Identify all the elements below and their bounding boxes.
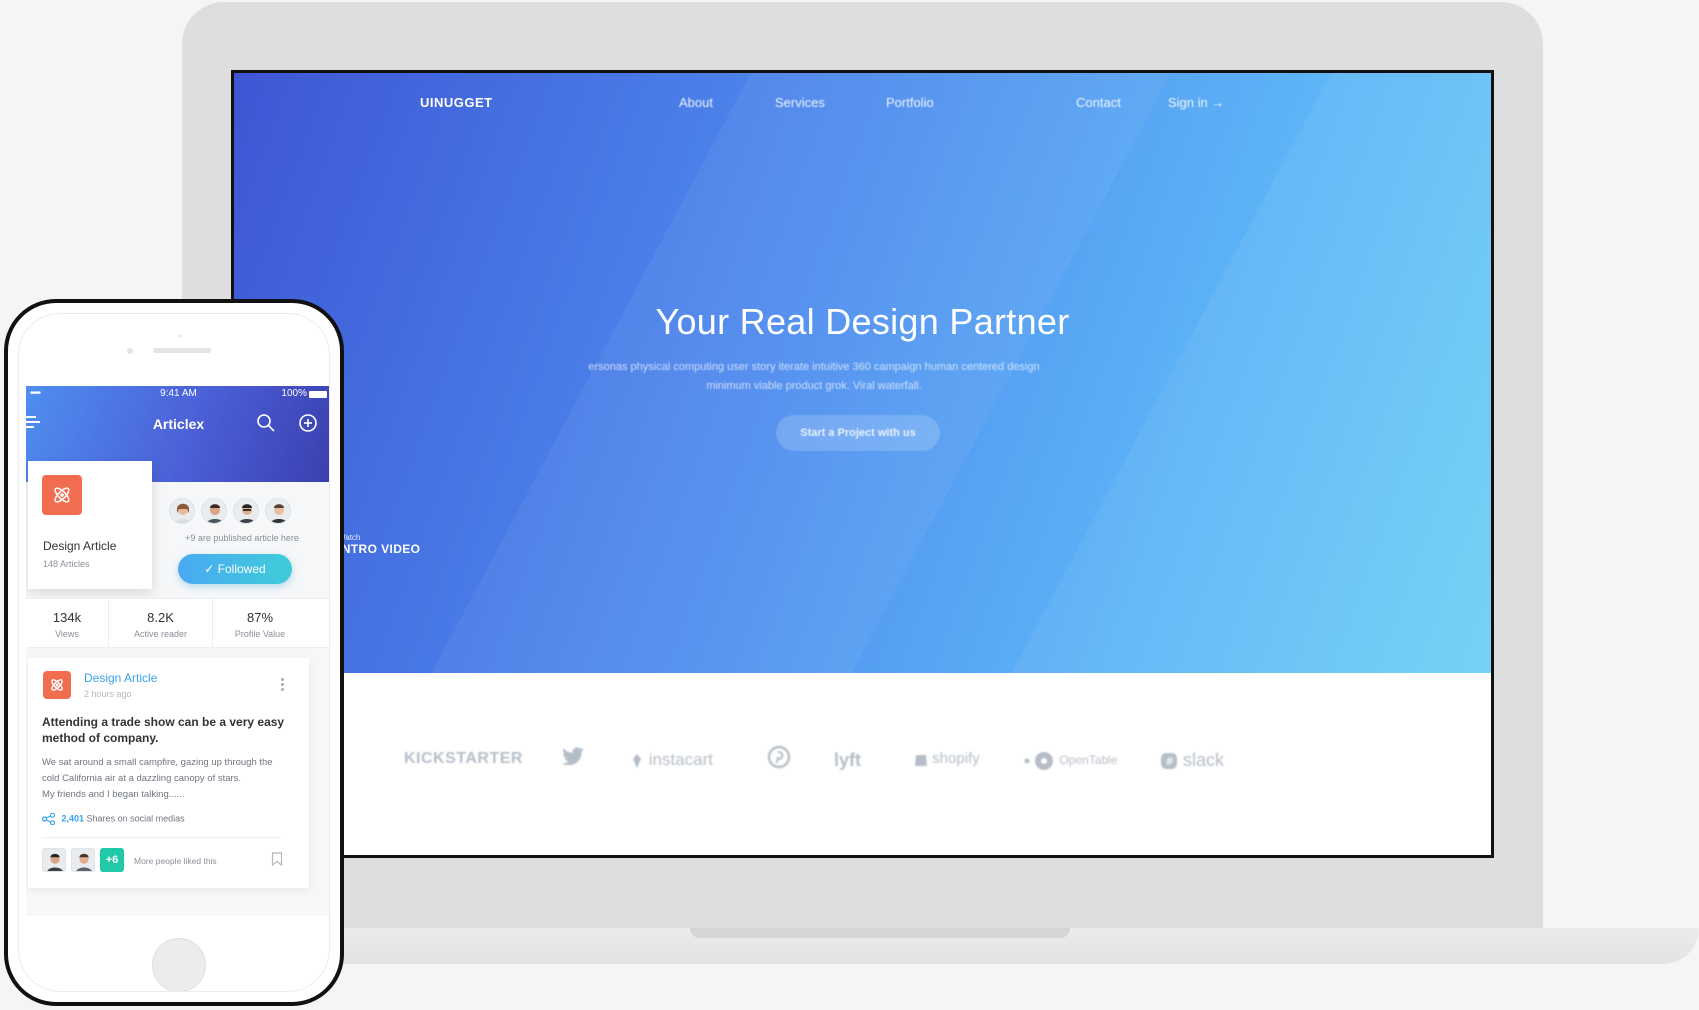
kickstarter-logo: KICKSTARTER [404,750,523,767]
hero-subtitle-line: minimum viable product grok. Viral water… [706,380,922,392]
category-card[interactable]: Design Article 148 Articles [28,461,152,589]
hero-title: Your Real Design Partner [655,301,1070,342]
start-project-button[interactable]: Start a Project with us [776,415,940,451]
bookmark-icon[interactable] [271,852,283,871]
stat-views: 134k Views [26,599,108,649]
instacart-wordmark: instacart [648,750,713,769]
instacart-logo: instacart [630,750,713,770]
followed-button[interactable]: ✓ Followed [178,554,292,584]
article-post-card[interactable]: Design Article 2 hours ago Attending a t… [28,658,309,888]
phone-body: •••• 9:41 AM 100% Articlex Design Articl… [18,313,330,992]
author-avatars [169,498,319,524]
avatar[interactable] [42,848,66,872]
shopify-wordmark: shopify [932,750,980,767]
share-icon [41,812,56,826]
phone-frame: •••• 9:41 AM 100% Articlex Design Articl… [4,299,344,1006]
stat-value: 134k [52,610,82,625]
category-count: 148 Articles [43,559,90,569]
avatar[interactable] [201,498,227,524]
opentable-wordmark: OpenTable [1059,753,1118,768]
nav-link-sign-in[interactable]: Sign in → [1168,95,1224,110]
avatar[interactable] [233,498,259,524]
stat-label: Profile Value [234,629,286,639]
brand-logo[interactable]: UINUGGET [420,95,493,110]
avatar[interactable] [265,498,291,524]
add-circle-icon[interactable] [298,413,318,438]
phone-app-screen: •••• 9:41 AM 100% Articlex Design Articl… [26,386,329,916]
post-timestamp: 2 hours ago [84,689,132,699]
phone-sensor [178,334,182,338]
more-likers-badge[interactable]: +6 [100,848,124,872]
post-divider [42,837,282,838]
search-icon[interactable] [256,413,276,438]
atom-icon [42,475,82,515]
stat-profile-value: 87% Profile Value [213,599,307,649]
post-body-line: My friends and I began talking...... [42,789,185,800]
top-nav: UINUGGET About Services Portfolio Contac… [234,95,1491,119]
laptop-notch [690,928,1070,938]
shopify-logo: shopify [914,750,980,767]
stat-value: 87% [246,610,274,625]
stat-label: Active reader [133,629,188,639]
post-body-line: We sat around a small campfire, gazing u… [42,757,273,768]
opentable-logo: OpenTable [1024,750,1117,772]
shares-count: 2,401 [61,813,85,824]
nav-link-contact[interactable]: Contact [1076,95,1121,110]
category-title: Design Article [43,539,117,553]
twitter-icon [561,746,585,773]
published-note: +9 are published article here [185,533,299,543]
stat-active-reader: 8.2K Active reader [109,599,212,649]
hero-subtitle-line: ersonas physical computing user story it… [588,361,1040,373]
post-body: We sat around a small campfire, gazing u… [42,755,296,803]
nav-link-services[interactable]: Services [775,95,825,110]
nav-link-about[interactable]: About [679,95,713,110]
atom-icon [43,671,71,699]
status-bar: •••• 9:41 AM 100% [26,388,329,402]
stage: UINUGGET About Services Portfolio Contac… [0,0,1699,1010]
battery-icon [309,391,327,398]
intro-video-label: INTRO VIDEO [338,542,421,556]
intro-video-link[interactable]: Watch INTRO VIDEO [338,533,420,556]
lyft-logo: lyft [834,750,861,770]
laptop-screen: UINUGGET About Services Portfolio Contac… [231,70,1494,858]
home-button[interactable] [152,938,206,991]
hero-section: UINUGGET About Services Portfolio Contac… [234,73,1491,673]
post-category-link[interactable]: Design Article [84,671,157,685]
stats-bar: 134k Views 8.2K Active reader 87% Profil… [26,598,329,649]
post-title[interactable]: Attending a trade show can be a very eas… [42,714,294,746]
shares-label: Shares on social medias [84,813,185,824]
phone-camera [127,348,133,354]
watch-label: Watch [338,533,361,542]
more-options-icon[interactable] [281,678,285,692]
avatar[interactable] [71,848,95,872]
app-title: Articlex [152,416,205,432]
client-logos: KICKSTARTER instacart lyft shopify OpenT… [234,673,1491,855]
post-body-line: cold California air at a dazzling canopy… [42,773,242,784]
stat-value: 8.2K [147,610,174,625]
likers-note: More people liked this [134,856,217,866]
nav-link-portfolio[interactable]: Portfolio [886,95,934,110]
battery-percent: 100% [281,388,307,399]
shares-row[interactable]: 2,401 Shares on social medias [41,812,185,826]
slack-wordmark: slack [1183,750,1225,770]
svg-text:#: # [1165,755,1174,768]
stat-label: Views [55,629,79,639]
slack-logo: # slack [1160,750,1224,771]
phone-speaker [153,348,211,353]
pinterest-icon [767,745,791,774]
hero-subtitle: ersonas physical computing user story it… [564,358,1064,396]
avatar[interactable] [169,498,195,524]
